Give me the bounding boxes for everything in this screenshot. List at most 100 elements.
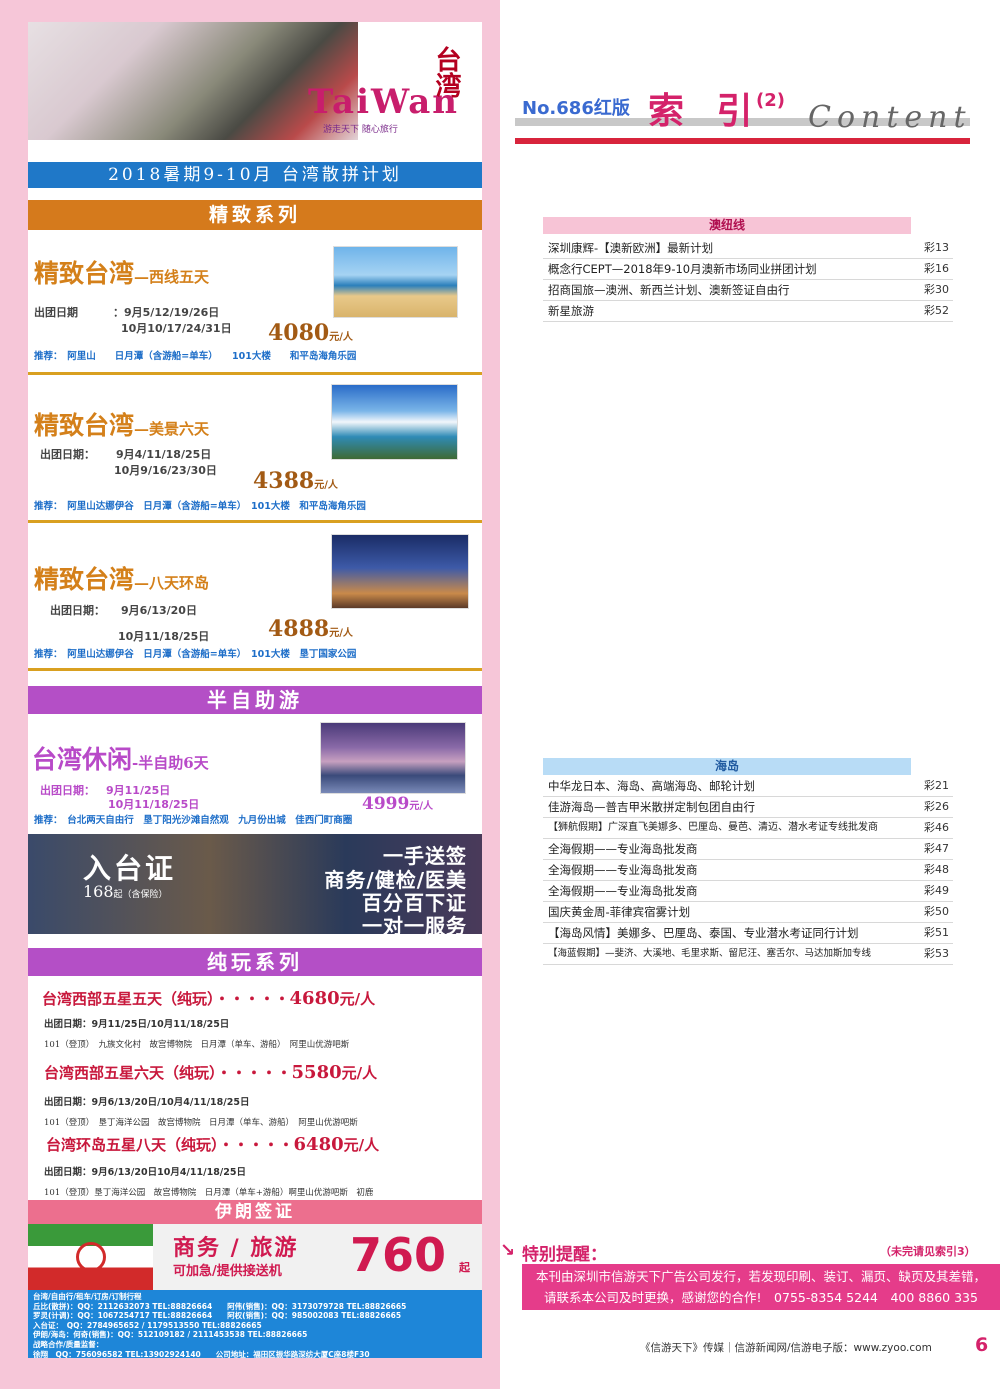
product-title: 精致台湾—八天环岛 — [34, 565, 210, 594]
index-row[interactable]: 全海假期——专业海岛批发商 彩48 — [543, 860, 953, 881]
index-row[interactable]: 国庆黄金周-菲律宾宿雾计划 彩50 — [543, 902, 953, 923]
recommend-line: 推荐： 阿里山达娜伊谷 日月潭（含游船=单车） 101大楼 垦丁国家公园 — [34, 649, 357, 660]
index-row-page: 彩46 — [924, 821, 949, 834]
index-row-page: 彩16 — [924, 262, 949, 275]
index-row-page: 彩13 — [924, 241, 949, 254]
pure-tour-sites: 101（登顶） 九族文化村 故宫博物院 日月潭（单车、游船） 阿里山优游吧斯 — [44, 1040, 350, 1050]
index-row-text: 全海假期——专业海岛批发商 — [548, 842, 698, 856]
date-label: 出团日期 — [34, 306, 78, 319]
date-label: 出团日期： — [40, 448, 95, 461]
index-row-text: 概念行CEPT—2018年9-10月澳新市场同业拼团计划 — [548, 262, 817, 276]
index-row-text: 佳游海岛—普吉甲米散拼定制包团自由行 — [548, 800, 755, 814]
index-number: (2) — [756, 90, 785, 111]
date-label: 出团日期： — [40, 784, 95, 797]
taiwan-logo-chinese: 台湾 — [431, 46, 461, 98]
section-banzizhu: 半自助游 — [28, 686, 482, 714]
contact-block: 台湾/自由行/租车/订房/订制行程 丘比(散拼)：QQ：2112632073 T… — [28, 1290, 482, 1358]
product-price: 4080元/人 — [268, 320, 353, 346]
index-row-page: 彩47 — [924, 842, 949, 855]
index-row[interactable]: 概念行CEPT—2018年9-10月澳新市场同业拼团计划 彩16 — [543, 259, 953, 280]
divider — [28, 668, 482, 671]
index-row-text: 全海假期——专业海岛批发商 — [548, 884, 698, 898]
train-photo — [28, 22, 358, 140]
index-row-text: 【海蓝假期】—斐济、大溪地、毛里求斯、留尼汪、塞舌尔、马达加斯加专线 — [548, 948, 872, 959]
aus-section-heading: 澳纽线 — [543, 217, 911, 234]
dates-line-2: 10月11/18/25日 — [108, 798, 200, 811]
dates-line-2: 10月10/17/24/31日 — [121, 322, 232, 335]
index-row-text: 【狮航假期】广深直飞美娜多、巴厘岛、曼芭、清迈、潜水考证专线批发商 — [548, 822, 878, 833]
beach-photo — [333, 246, 458, 318]
contact-line: 伊朗/海岛：何奇(销售)：QQ：512109182 / 2111453538 T… — [33, 1330, 308, 1340]
entry-permit-title: 入台证 — [83, 852, 177, 885]
index-row[interactable]: 全海假期——专业海岛批发商 彩47 — [543, 839, 953, 860]
date-label: 出团日期： — [50, 604, 105, 617]
pure-tour-dates: 出团日期：9月6/13/20日10月4/11/18/25日 — [44, 1167, 247, 1178]
reminder-note: （未完请见索引3） — [880, 1245, 976, 1258]
content-script: Content — [808, 100, 972, 135]
contact-line: 战略合作/质量监督： — [33, 1339, 104, 1349]
taiwan-ad-panel: TaiWan 台湾 游走天下 随心旅行 2018暑期9-10月 台湾散拼计划 精… — [28, 22, 482, 1358]
dates-line-2: 10月11/18/25日 — [118, 630, 210, 643]
index-row-text: 全海假期——专业海岛批发商 — [548, 863, 698, 877]
iran-price-unit: 起 — [459, 1261, 470, 1274]
entry-line: 一对一服务 — [362, 914, 467, 938]
logo-slogan: 游走天下 随心旅行 — [323, 125, 398, 135]
pure-tour-dates: 出团日期：9月6/13/20日/10月4/11/18/25日 — [44, 1097, 250, 1108]
index-row[interactable]: 深圳康辉-【澳新欧洲】最新计划 彩13 — [543, 238, 953, 259]
header-red-bar — [515, 138, 970, 144]
index-row[interactable]: 【海岛风情】美娜多、巴厘岛、泰国、专业潜水考证同行计划 彩51 — [543, 923, 953, 944]
index-row[interactable]: 【海蓝假期】—斐济、大溪地、毛里求斯、留尼汪、塞舌尔、马达加斯加专线 彩53 — [543, 944, 953, 965]
plan-title-band: 2018暑期9-10月 台湾散拼计划 — [28, 162, 482, 188]
index-row-page: 彩49 — [924, 884, 949, 897]
product-title: 精致台湾—美景六天 — [34, 411, 210, 440]
index-row[interactable]: 全海假期——专业海岛批发商 彩49 — [543, 881, 953, 902]
sunset-lake-photo — [320, 722, 466, 794]
index-row-text: 国庆黄金周-菲律宾宿雾计划 — [548, 905, 691, 919]
semi-title: 台湾休闲-半自助6天 — [32, 745, 209, 774]
index-row-page: 彩51 — [924, 926, 949, 939]
dates-line-1: 9月6/13/20日 — [121, 604, 197, 617]
iran-price: 760 — [350, 1228, 447, 1282]
index-row-page: 彩52 — [924, 304, 949, 317]
section-chunwan: 纯玩系列 — [28, 948, 482, 976]
iran-emblem-icon — [76, 1242, 106, 1272]
product-price: 4388元/人 — [253, 468, 338, 494]
index-row-page: 彩53 — [924, 947, 949, 960]
entry-permit-price: 168起（含保险） — [83, 882, 168, 901]
island-section-heading: 海岛 — [543, 758, 911, 775]
index-row-text: 【海岛风情】美娜多、巴厘岛、泰国、专业潜水考证同行计划 — [548, 926, 859, 940]
lake-photo — [331, 384, 458, 460]
index-row[interactable]: 中华龙日本、海岛、高端海岛、邮轮计划 彩21 — [543, 776, 953, 797]
semi-price: 4999元/人 — [362, 794, 433, 814]
contact-line: 丘比(散拼)：QQ：2112632073 TEL:88826664 阿伟(销售)… — [33, 1301, 407, 1311]
recommend-line: 推荐： 阿里山 日月潭（含游船=单车） 101大楼 和平岛海角乐园 — [34, 351, 357, 362]
index-row-page: 彩30 — [924, 283, 949, 296]
index-row[interactable]: 佳游海岛—普吉甲米散拼定制包团自由行 彩26 — [543, 797, 953, 818]
iran-business: 商务 / 旅游 — [173, 1235, 299, 1261]
index-row-text: 招商国旅—澳洲、新西兰计划、澳新签证自由行 — [548, 283, 790, 297]
city-night-photo — [331, 534, 469, 609]
index-row-text: 深圳康辉-【澳新欧洲】最新计划 — [548, 241, 714, 255]
pure-tour-dates: 出团日期：9月11/25日/10月11/18/25日 — [44, 1019, 230, 1030]
iran-extra: 可加急/提供接送机 — [173, 1264, 282, 1279]
reminder-title: 特别提醒： — [522, 1245, 607, 1265]
divider — [28, 520, 482, 523]
contact-line: 台湾/自由行/租车/订房/订制行程 — [33, 1292, 142, 1301]
index-row-page: 彩26 — [924, 800, 949, 813]
index-title: 索 引 — [648, 90, 763, 132]
pure-tour-title: 台湾环岛五星八天（纯玩）・・・・・6480元/人 — [46, 1134, 380, 1155]
divider — [28, 372, 482, 375]
pure-tour-sites: 101（登顶） 垦丁海洋公园 故宫博物院 日月潭（单车、游船） 阿里山优游吧斯 — [44, 1118, 358, 1128]
index-row-page: 彩50 — [924, 905, 949, 918]
index-row-text: 新星旅游 — [548, 304, 594, 318]
index-row-text: 中华龙日本、海岛、高端海岛、邮轮计划 — [548, 779, 755, 793]
reminder-box: 本刊由深圳市信游天下广告公司发行，若发现印刷、装订、漏页、缺页及其差错，请联系本… — [522, 1264, 1000, 1310]
index-row[interactable]: 招商国旅—澳洲、新西兰计划、澳新签证自由行 彩30 — [543, 280, 953, 301]
dates-line-1: 9月4/11/18/25日 — [116, 448, 212, 461]
recommend-line: 推荐： 台北两天自由行 垦丁阳光沙滩自然观 九月份出城 佳西门町商圈 — [34, 815, 353, 826]
product-title: 精致台湾—西线五天 — [34, 259, 210, 288]
recommend-line: 推荐： 阿里山达娜伊谷 日月潭（含游船=单车） 101大楼 和平岛海角乐园 — [34, 501, 366, 512]
index-row[interactable]: 【狮航假期】广深直飞美娜多、巴厘岛、曼芭、清迈、潜水考证专线批发商 彩46 — [543, 818, 953, 839]
index-row[interactable]: 新星旅游 彩52 — [543, 301, 953, 322]
index-row-page: 彩21 — [924, 779, 949, 792]
